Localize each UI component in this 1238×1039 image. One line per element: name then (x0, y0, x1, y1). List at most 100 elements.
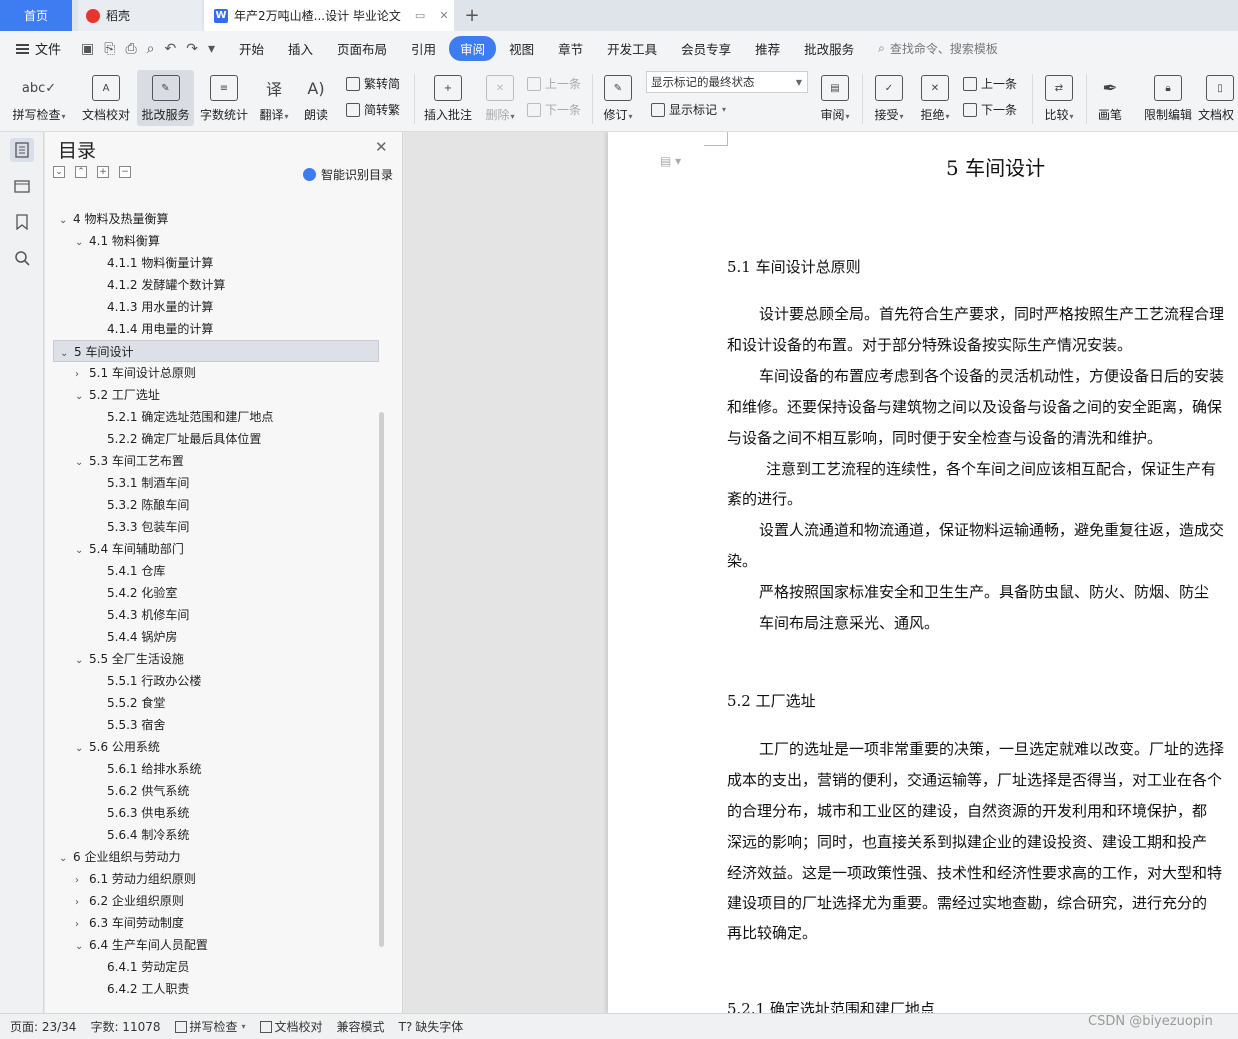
page-indicator[interactable]: 页面: 23/34 (10, 1018, 76, 1035)
toc-item[interactable]: › 6.1 劳动力组织原则 (53, 868, 379, 890)
trad-to-simp-button[interactable]: 繁转简 (346, 75, 400, 92)
toc-item[interactable]: 5.4.3 机修车间 (53, 604, 379, 626)
chevron-down-icon[interactable]: ⌄ (75, 452, 89, 474)
delete-comment-button[interactable]: ✕ 删除▾ (480, 70, 520, 126)
tab-float-icon[interactable]: ▭ (415, 9, 425, 22)
toc-item[interactable]: 5.6.1 给排水系统 (53, 758, 379, 780)
toc-item[interactable]: ⌄ 5.5 全厂生活设施 (53, 648, 379, 670)
toc-item[interactable]: 5.4.2 化验室 (53, 582, 379, 604)
toc-item[interactable]: 4.1.3 用水量的计算 (53, 296, 379, 318)
prev-comment-button[interactable]: 上一条 (527, 75, 581, 92)
toc-item[interactable]: ⌄ 4 物料及热量衡算 (53, 208, 379, 230)
toc-item[interactable]: 5.2.2 确定厂址最后具体位置 (53, 428, 379, 450)
expand-all-icon[interactable]: ⌃ (75, 166, 87, 178)
chevron-down-icon[interactable]: › (75, 892, 89, 914)
toc-item[interactable]: ⌄ 6.4 生产车间人员配置 (53, 934, 379, 956)
next-change-button[interactable]: 下一条 (963, 101, 1017, 118)
menu-view[interactable]: 视图 (498, 36, 545, 61)
chevron-down-icon[interactable]: ⌄ (59, 210, 73, 232)
add-heading-icon[interactable]: + (97, 166, 109, 178)
new-tab-button[interactable]: + (460, 0, 484, 31)
next-comment-button[interactable]: 下一条 (527, 101, 581, 118)
correction-service-button[interactable]: ✎ 批改服务 (137, 70, 194, 126)
doc-proof-button[interactable]: A 文档校对 (76, 70, 136, 126)
toc-item[interactable]: 5.4.1 仓库 (53, 560, 379, 582)
tab-home[interactable]: 首页 (0, 0, 72, 31)
chevron-down-icon[interactable]: ⌄ (75, 386, 89, 408)
bookmark-icon[interactable] (10, 210, 34, 234)
toc-item[interactable]: 5.5.3 宿舍 (53, 714, 379, 736)
track-changes-button[interactable]: ✎ 修订▾ (598, 70, 638, 126)
file-menu[interactable]: 文件 (0, 39, 69, 58)
toc-item[interactable]: 4.1.4 用电量的计算 (53, 318, 379, 340)
pen-button[interactable]: ✒ 画笔 (1092, 70, 1128, 126)
prev-change-button[interactable]: 上一条 (963, 75, 1017, 92)
doc-options-icon[interactable]: ▤ ▾ (660, 154, 681, 168)
undo-icon[interactable]: ↶ (165, 41, 177, 57)
remove-heading-icon[interactable]: − (119, 166, 131, 178)
toc-item[interactable]: 5.5.1 行政办公楼 (53, 670, 379, 692)
insert-comment-button[interactable]: + 插入批注 (420, 70, 476, 126)
chevron-down-icon[interactable]: ⌄ (75, 650, 89, 672)
toc-item[interactable]: 6.4.1 劳动定员 (53, 956, 379, 978)
toc-item[interactable]: 5.3.2 陈酿车间 (53, 494, 379, 516)
toc-item[interactable]: ⌄ 6 企业组织与劳动力 (53, 846, 379, 868)
chevron-down-icon[interactable]: ⌄ (75, 540, 89, 562)
toc-item[interactable]: ⌄ 5.4 车间辅助部门 (53, 538, 379, 560)
toc-item[interactable]: 5.6.2 供气系统 (53, 780, 379, 802)
close-tab-icon[interactable]: ✕ (439, 9, 448, 22)
status-spell-check[interactable]: 拼写检查 ▾ (174, 1018, 246, 1035)
menu-section[interactable]: 章节 (547, 36, 594, 61)
save-icon[interactable]: ▣ (81, 41, 94, 57)
toc-item[interactable]: 5.5.2 食堂 (53, 692, 379, 714)
redo-icon[interactable]: ↷ (186, 41, 198, 57)
toc-item[interactable]: › 6.3 车间劳动制度 (53, 912, 379, 934)
collapse-all-icon[interactable]: ⌄ (53, 166, 65, 178)
toc-item[interactable]: ⌄ 5 车间设计 (53, 340, 379, 362)
menu-member[interactable]: 会员专享 (670, 36, 742, 61)
chevron-down-icon[interactable]: › (75, 914, 89, 936)
smart-toc-button[interactable]: 智能识别目录 (303, 166, 393, 183)
review-pane-button[interactable]: ▤ 审阅▾ (814, 70, 856, 126)
menu-developer[interactable]: 开发工具 (596, 36, 668, 61)
toc-item[interactable]: › 5.1 车间设计总原则 (53, 362, 379, 384)
simp-to-trad-button[interactable]: 简转繁 (346, 101, 400, 118)
export-icon[interactable]: ⎘ (104, 41, 115, 57)
command-search[interactable]: ⌕ 查找命令、搜索模板 (878, 40, 998, 57)
chevron-down-icon[interactable]: ⌄ (75, 232, 89, 254)
show-markup-button[interactable]: 显示标记 ▾ (651, 101, 726, 118)
reject-button[interactable]: ✕ 拒绝▾ (914, 70, 956, 126)
toc-item[interactable]: › 6.2 企业组织原则 (53, 890, 379, 912)
read-aloud-button[interactable]: A) 朗读 (298, 70, 334, 126)
menu-insert[interactable]: 插入 (277, 36, 324, 61)
translate-button[interactable]: 译 翻译▾ (254, 70, 294, 126)
toc-item[interactable]: ⌄ 4.1 物料衡算 (53, 230, 379, 252)
menu-references[interactable]: 引用 (400, 36, 447, 61)
status-doc-proof[interactable]: 文档校对 (259, 1018, 323, 1035)
search-icon[interactable] (10, 246, 34, 270)
tab-daoke[interactable]: 稻壳 (78, 0, 202, 31)
toc-panel-icon[interactable] (10, 138, 34, 162)
word-count[interactable]: 字数: 11078 (90, 1018, 160, 1035)
preview-icon[interactable]: ⌕ (147, 41, 155, 57)
close-icon[interactable]: ✕ (375, 138, 388, 156)
chevron-down-icon[interactable]: › (75, 364, 89, 386)
chevron-down-icon[interactable]: › (75, 870, 89, 892)
chevron-down-icon[interactable]: ⌄ (59, 848, 73, 870)
restrict-editing-button[interactable]: 🔒︎ 限制编辑 (1140, 70, 1196, 126)
toc-item[interactable]: 5.4.4 锅炉房 (53, 626, 379, 648)
chevron-down-icon[interactable]: ⌄ (75, 936, 89, 958)
menu-review[interactable]: 审阅 (449, 36, 497, 61)
toc-item[interactable]: 5.6.4 制冷系统 (53, 824, 379, 846)
toc-item[interactable]: 4.1.2 发酵罐个数计算 (53, 274, 379, 296)
toc-item[interactable]: 5.3.3 包装车间 (53, 516, 379, 538)
tab-document[interactable]: W 年产2万吨山楂...设计 毕业论文 ▭ ✕ (204, 0, 454, 31)
print-icon[interactable]: ⎙ (125, 41, 136, 57)
menu-start[interactable]: 开始 (228, 36, 275, 61)
toc-item[interactable]: ⌄ 5.3 车间工艺布置 (53, 450, 379, 472)
toc-item[interactable]: ⌄ 5.2 工厂选址 (53, 384, 379, 406)
markup-state-select[interactable]: 显示标记的最终状态 ▼ (646, 71, 808, 93)
toc-item[interactable]: 6.4.2 工人职责 (53, 978, 379, 1000)
toc-item[interactable]: 4.1.1 物料衡量计算 (53, 252, 379, 274)
more-icon[interactable]: ▾ (208, 41, 215, 57)
